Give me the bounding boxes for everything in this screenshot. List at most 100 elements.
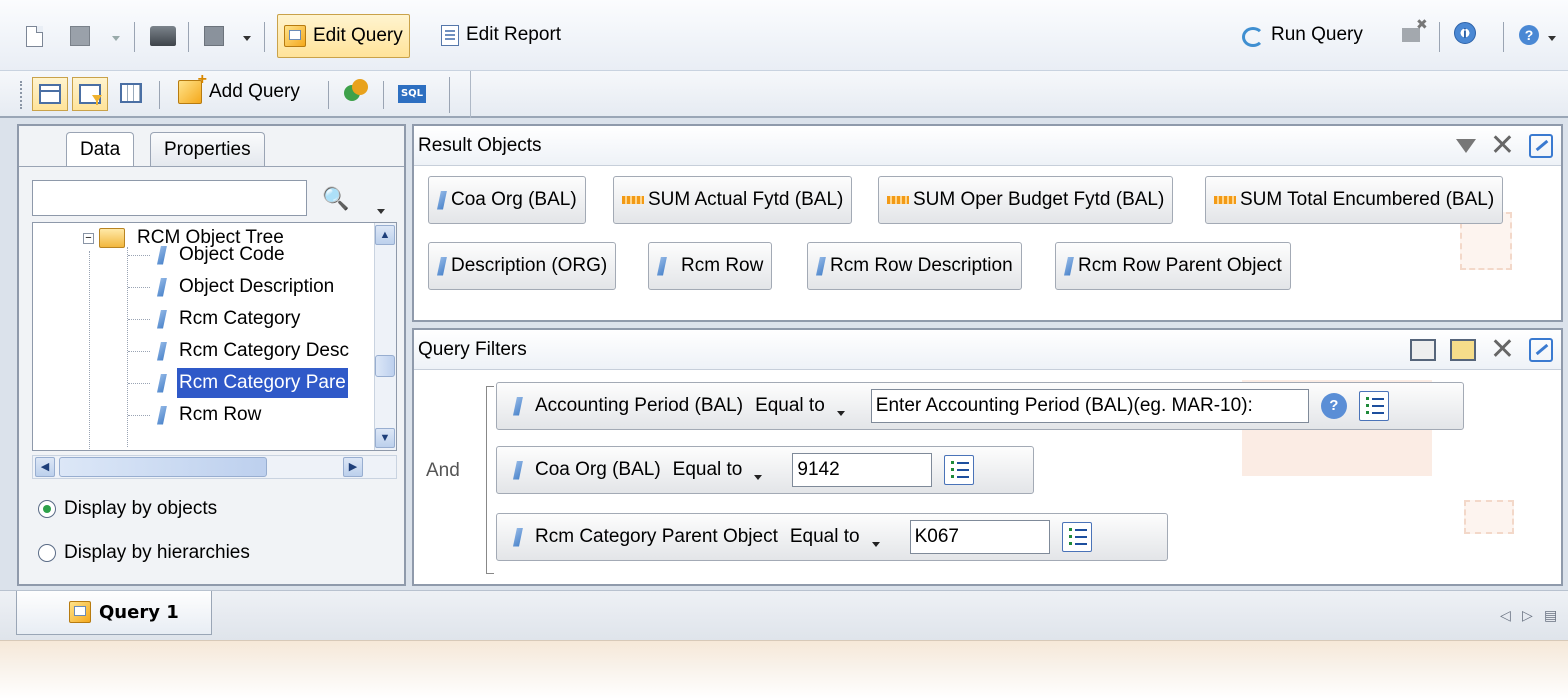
tree-horizontal-scrollbar[interactable]: ◀ ▶ bbox=[32, 455, 397, 479]
data-preview-button[interactable] bbox=[120, 83, 142, 103]
display-by-hierarchies-option[interactable]: Display by hierarchies bbox=[38, 542, 250, 564]
separator bbox=[449, 77, 450, 113]
filter-operator-label[interactable]: Equal to bbox=[755, 395, 825, 417]
tab-divider bbox=[19, 166, 404, 167]
result-object-chip[interactable]: Description (ORG) bbox=[428, 242, 617, 290]
edit-query-button[interactable]: Edit Query bbox=[277, 14, 410, 58]
view-button[interactable] bbox=[204, 26, 224, 46]
edit-query-label: Edit Query bbox=[313, 25, 403, 46]
filter-value-input[interactable]: K067 bbox=[909, 520, 1050, 554]
result-object-chip[interactable]: Rcm Row bbox=[648, 242, 773, 290]
filter-icon[interactable] bbox=[1455, 139, 1476, 153]
filter-operator-label[interactable]: Equal to bbox=[790, 526, 860, 548]
collapse-toggle[interactable]: − bbox=[83, 233, 94, 244]
layout-button[interactable] bbox=[32, 77, 68, 111]
toolbar-end bbox=[470, 71, 471, 118]
info-button[interactable]: i bbox=[1454, 22, 1476, 44]
save-dropdown[interactable] bbox=[112, 36, 120, 41]
measure-icon bbox=[887, 196, 909, 204]
tree-item[interactable]: Rcm Category bbox=[157, 304, 302, 334]
separator bbox=[188, 22, 189, 52]
tree-vertical-scrollbar[interactable]: ▲ ▼ bbox=[374, 223, 396, 450]
print-button[interactable] bbox=[150, 26, 176, 46]
tab-query-1[interactable]: Query 1 bbox=[16, 591, 212, 635]
save-icon bbox=[70, 26, 90, 46]
chevron-down-icon[interactable] bbox=[836, 410, 845, 416]
tab-properties[interactable]: Properties bbox=[150, 132, 265, 166]
chevron-down-icon[interactable] bbox=[754, 474, 763, 480]
scroll-up-button[interactable]: ▲ bbox=[375, 225, 395, 245]
filter-value-input[interactable]: Enter Accounting Period (BAL)(eg. MAR-10… bbox=[870, 389, 1309, 423]
scroll-left-button[interactable]: ◀ bbox=[35, 457, 55, 477]
add-query-button[interactable]: Add Query bbox=[178, 71, 300, 104]
toolbar-grip[interactable] bbox=[20, 81, 24, 109]
tree-item[interactable]: Object Code bbox=[157, 240, 287, 270]
pin-icon[interactable] bbox=[1529, 134, 1553, 158]
tree-line bbox=[128, 287, 150, 288]
result-object-chip[interactable]: Rcm Row Parent Object bbox=[1055, 242, 1291, 290]
add-filter-icon[interactable] bbox=[1449, 339, 1476, 361]
query-filters-panel: Query Filters ✕ And Accounting Period (B… bbox=[412, 328, 1563, 586]
separator bbox=[264, 22, 265, 52]
scroll-thumb[interactable] bbox=[59, 457, 267, 477]
chevron-down-icon bbox=[1548, 36, 1556, 41]
edit-report-button[interactable]: Edit Report bbox=[441, 24, 561, 46]
scroll-down-button[interactable]: ▼ bbox=[375, 428, 395, 448]
pin-icon[interactable] bbox=[1529, 338, 1553, 362]
tab-list-icon[interactable]: ▤ bbox=[1544, 607, 1557, 624]
run-query-button[interactable]: Run Query bbox=[1240, 24, 1363, 47]
tree-item-label: Object Description bbox=[179, 276, 335, 297]
predefined-filter-icon[interactable] bbox=[1409, 339, 1436, 361]
value-list-icon[interactable] bbox=[1358, 391, 1389, 421]
help-dropdown[interactable] bbox=[1548, 36, 1556, 41]
search-input[interactable] bbox=[32, 180, 307, 216]
chevron-down-icon bbox=[377, 209, 385, 214]
chevron-down-icon[interactable] bbox=[871, 541, 880, 547]
close-icon[interactable]: ✕ bbox=[1490, 335, 1515, 365]
run-query-label: Run Query bbox=[1271, 24, 1363, 45]
value-list-icon[interactable] bbox=[1061, 522, 1092, 552]
filter-value-input[interactable]: 9142 bbox=[792, 453, 933, 487]
save-button[interactable] bbox=[70, 26, 90, 46]
filter-row[interactable]: Accounting Period (BAL) Equal to Enter A… bbox=[496, 382, 1464, 430]
filter-row[interactable]: Rcm Category Parent Object Equal to K067 bbox=[496, 513, 1168, 561]
chip-label: Rcm Row Parent Object bbox=[1078, 255, 1282, 276]
result-object-chip[interactable]: Rcm Row Description bbox=[807, 242, 1022, 290]
dimension-icon bbox=[437, 190, 447, 210]
filter-row[interactable]: Coa Org (BAL) Equal to 9142 bbox=[496, 446, 1034, 494]
close-icon[interactable]: ✕ bbox=[1490, 131, 1515, 161]
dimension-icon bbox=[157, 405, 167, 425]
purge-icon bbox=[1402, 16, 1428, 44]
measure-icon bbox=[622, 196, 644, 204]
value-list-icon[interactable] bbox=[944, 455, 975, 485]
filter-pane-button[interactable] bbox=[72, 77, 108, 111]
display-by-objects-option[interactable]: Display by objects bbox=[38, 498, 217, 520]
tab-data[interactable]: Data bbox=[66, 132, 135, 166]
tree-item[interactable]: Object Description bbox=[157, 272, 336, 302]
result-object-chip[interactable]: SUM Total Encumbered (BAL) bbox=[1205, 176, 1504, 224]
purge-button[interactable] bbox=[1402, 16, 1428, 44]
result-object-chip[interactable]: SUM Actual Fytd (BAL) bbox=[613, 176, 853, 224]
view-sql-button[interactable]: SQL bbox=[398, 85, 426, 103]
tab-scroll-right-icon[interactable]: ▷ bbox=[1522, 607, 1533, 624]
query-tab-label: Query 1 bbox=[99, 602, 179, 623]
view-dropdown[interactable] bbox=[243, 36, 251, 41]
result-object-chip[interactable]: SUM Oper Budget Fytd (BAL) bbox=[878, 176, 1174, 224]
dimension-icon bbox=[157, 309, 167, 329]
tree-item[interactable]: Rcm Category Desc bbox=[157, 336, 351, 366]
tree-item-selected[interactable]: Rcm Category Pare bbox=[157, 368, 348, 398]
filter-operator-label[interactable]: Equal to bbox=[673, 459, 743, 481]
new-document-button[interactable] bbox=[26, 26, 43, 47]
search-options-dropdown[interactable] bbox=[377, 198, 385, 220]
scroll-right-button[interactable]: ▶ bbox=[343, 457, 363, 477]
combined-query-button[interactable] bbox=[342, 79, 370, 105]
scroll-thumb[interactable] bbox=[375, 355, 395, 377]
filter-pane-icon bbox=[79, 84, 101, 104]
operator-and-label[interactable]: And bbox=[426, 460, 460, 482]
help-button[interactable]: ? bbox=[1519, 25, 1539, 45]
tab-scroll-left-icon[interactable]: ◁ bbox=[1500, 607, 1511, 624]
binoculars-icon[interactable]: 🔍 bbox=[322, 186, 349, 212]
tree-item[interactable]: Rcm Row bbox=[157, 400, 263, 430]
result-object-chip[interactable]: Coa Org (BAL) bbox=[428, 176, 586, 224]
prompt-icon[interactable]: ? bbox=[1320, 393, 1347, 419]
